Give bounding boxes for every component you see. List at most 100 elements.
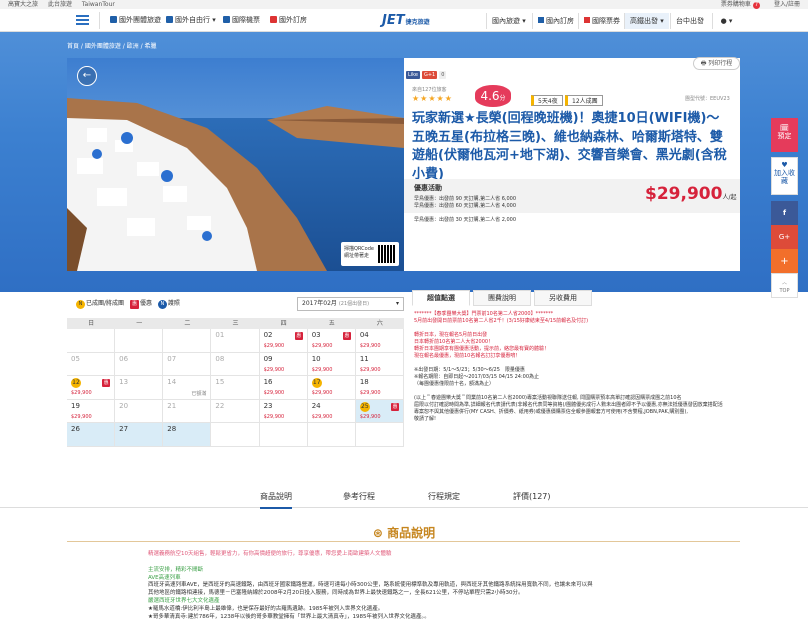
calendar-day[interactable]: 25 惠 $29,900 [355, 399, 404, 423]
tab-reviews[interactable]: 評價(127) [513, 491, 551, 502]
notes-panel: *******【春季團樂大獎】門票前10名第二人省2000】******* 5月前… [414, 311, 740, 423]
legend-label: 已成團/將成團 [86, 300, 125, 307]
tab-fee-notes[interactable]: 團費說明 [473, 290, 531, 306]
note-line: 屆限以付訂確認時間為準,詳細報名代表請代表(非報名代表同等資格)/團體優劣成行人… [414, 402, 723, 408]
calendar-day: 28 [163, 423, 212, 447]
top-link-1[interactable]: 高寶大之旅 [8, 1, 38, 8]
product-code: 團型代號：EEUV23 [685, 96, 730, 102]
coin-icon: ⊛ [372, 526, 383, 540]
nav-hsr-departure[interactable]: 高鐵出發 ▾ [624, 13, 669, 29]
discount-icon: 惠 [102, 379, 111, 387]
calendar-day: 15 [211, 376, 260, 400]
note-line [414, 360, 740, 367]
discount-icon: 惠 [294, 332, 303, 340]
day-price: $29,900 [263, 343, 285, 349]
site-logo[interactable]: JET捷克旅遊 [382, 13, 430, 30]
calendar-day[interactable]: 18 $29,900 [355, 376, 404, 400]
tab-product-desc[interactable]: 商品說明 [260, 491, 292, 509]
note-line [414, 325, 740, 332]
calendar-day[interactable]: 24 $29,900 [307, 399, 356, 423]
qrcode-box[interactable]: 掃描QRCode 網址帶著走 [341, 242, 399, 266]
calendar-day[interactable]: 16 $29,900 [259, 376, 308, 400]
tab-itinerary[interactable]: 參考行程 [343, 491, 375, 502]
note-line: 5月前出發開日前票前10名第二人省2千！(3/15好康結束至4/15前報名及付訂… [414, 318, 589, 324]
discount-icon: 惠 [342, 332, 351, 340]
calendar-day [115, 329, 164, 353]
duration-tag: 5天4夜 [531, 95, 563, 106]
cart-link[interactable]: 票券購物車 [721, 1, 751, 8]
calendar-week: 05 06 07 08 09 $29,900 10 $29,900 11 $29,900 [67, 352, 404, 376]
menu-icon[interactable] [76, 15, 89, 26]
desc-subheading: 主流安排，精彩不間斷 [148, 566, 204, 573]
day-number: 15 [215, 378, 225, 386]
desc-subheading: 嚴選西班牙世界七大文化遺產 [148, 597, 220, 604]
tab-rules[interactable]: 行程規定 [428, 491, 460, 502]
calendar-day [259, 423, 308, 447]
nav-air-tickets[interactable]: 國際機票 [223, 13, 260, 27]
month-select[interactable]: 2017年02月 (21個出發日) ▾ [297, 297, 404, 311]
plus-icon[interactable]: + [771, 249, 798, 274]
nav-domestic-hotel[interactable]: 國內訂房 [532, 13, 579, 29]
day-number: 18 [359, 378, 369, 386]
day-price: $29,900 [263, 390, 285, 396]
cart-count-badge: 7 [752, 2, 761, 9]
breadcrumb[interactable]: 首頁 / 國外團體旅遊 / 歐洲 / 希臘 [67, 41, 157, 50]
nav-fit[interactable]: 國外自由行 ▾ [166, 13, 216, 27]
calendar-day[interactable]: 23 $29,900 [259, 399, 308, 423]
note-line: 轉折日本，現在報名5月前日出發 [414, 332, 488, 338]
day-price: $29,900 [359, 343, 381, 349]
note-line: 專案恕不與其他優惠併行(MY CASH、折價券、紙用券)或優惠價購票信全報參團報… [414, 409, 688, 415]
day-price: $29,900 [311, 366, 333, 373]
day-price: $29,900 [311, 390, 333, 396]
facebook-like-button[interactable]: Like [406, 71, 420, 79]
nav-domestic[interactable]: 國內旅遊 ▾ [486, 13, 531, 29]
gplus-icon[interactable]: G+ [771, 225, 798, 250]
calendar-day: 20 [115, 399, 164, 423]
promo-line: 早鳥優惠：出發前 30 天訂購,第二人省 2,000 [414, 217, 517, 223]
gplus-button[interactable]: G+1 [421, 71, 438, 79]
user-icon[interactable]: ● ▾ [712, 13, 740, 29]
day-number: 23 [263, 401, 273, 410]
day-number: 05 [71, 354, 80, 363]
day-number: 20 [119, 401, 129, 410]
nav-taichung-departure[interactable]: 台中出發 [670, 13, 709, 29]
calendar-day[interactable]: 11 $29,900 [355, 352, 404, 376]
nav-tickets[interactable]: 國際票券 [578, 13, 625, 29]
calendar-day[interactable]: 19 $29,900 [67, 399, 116, 423]
note-line [414, 388, 740, 395]
main-navbar: 國外團體旅遊 國外自由行 ▾ 國際機票 國外訂房 JET捷克旅遊 國內旅遊 ▾ … [0, 9, 808, 32]
calendar-legend: N 已成團/將成團 惠優惠 N 護照 [72, 298, 180, 309]
calendar-day[interactable]: 12 惠 $29,900 [67, 376, 116, 400]
calendar-day[interactable]: 09 $29,900 [259, 352, 308, 376]
back-to-top-button[interactable]: ︿ TOP [771, 273, 798, 298]
calendar-day[interactable]: 10 $29,900 [307, 352, 356, 376]
calendar-day[interactable]: 17 $29,900 [307, 376, 356, 400]
top-link-2[interactable]: 此台旅遊 [48, 1, 72, 8]
tab-highlights[interactable]: 超值點選 [412, 290, 470, 306]
calendar-day [307, 423, 356, 447]
day-price: $29,900 [359, 390, 381, 396]
calendar-day[interactable]: 03 惠 $29,900 [307, 329, 356, 353]
nav-hotels[interactable]: 國外訂房 [270, 13, 307, 27]
login-link[interactable]: 登入/註冊 [774, 1, 800, 8]
top-link-3[interactable]: TaiwanTour [82, 1, 115, 8]
calendar-day [163, 329, 212, 353]
weekday-header: 日 一 二 三 四 五 六 [67, 318, 404, 329]
rating-score: 4.6分 [475, 85, 511, 107]
calendar-day[interactable]: 04 $29,900 [355, 329, 404, 353]
calendar-day[interactable]: 02 惠 $29,900 [259, 329, 308, 353]
book-button[interactable]: 🗓 預定 [771, 118, 798, 152]
print-button[interactable]: 🖶 列印行程 [693, 57, 740, 70]
facebook-icon[interactable]: f [771, 201, 798, 226]
discount-icon: 惠 [390, 402, 399, 411]
note-line: ※報名期限：自即日起～2017/03/15 04/15 24:00為止 [414, 374, 540, 380]
calendar-day [211, 423, 260, 447]
legend-departure-icon: N [76, 300, 85, 309]
day-price: $29,900 [71, 390, 92, 396]
min-group-tag: 12人成團 [565, 95, 603, 106]
back-arrow-icon[interactable]: ← [77, 66, 97, 86]
tab-extra-fees[interactable]: 另收費用 [534, 290, 592, 306]
add-favorite-button[interactable]: ♥ 加入收藏 [771, 157, 798, 195]
day-number: 11 [359, 354, 369, 363]
nav-group-tours[interactable]: 國外團體旅遊 [110, 13, 161, 27]
